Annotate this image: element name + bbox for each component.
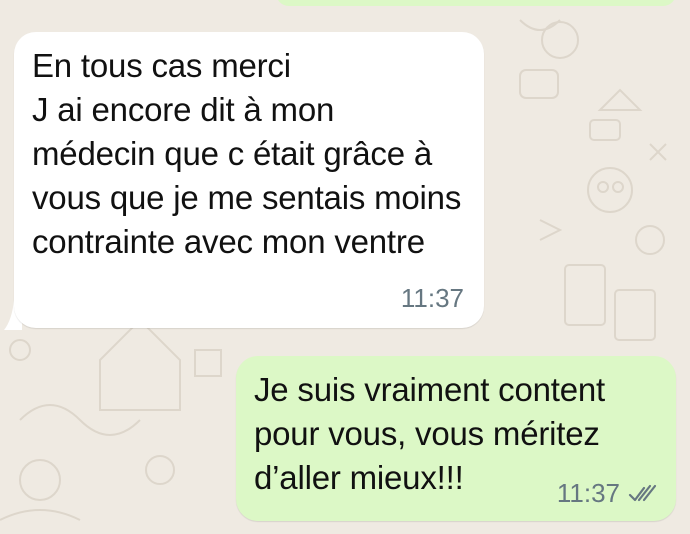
message-timestamp: 11:37: [400, 283, 464, 313]
previous-message-bubble-edge[interactable]: [276, 0, 676, 6]
message-timestamp: 11:37: [556, 478, 620, 508]
message-meta: 11:37: [557, 478, 658, 509]
outgoing-message-bubble[interactable]: Je suis vraiment content pour vous, vous…: [236, 356, 676, 521]
message-text: En tous cas merci J ai encore dit à mon …: [32, 47, 462, 260]
double-check-icon: [628, 484, 657, 501]
incoming-message-bubble[interactable]: En tous cas merci J ai encore dit à mon …: [14, 32, 484, 328]
